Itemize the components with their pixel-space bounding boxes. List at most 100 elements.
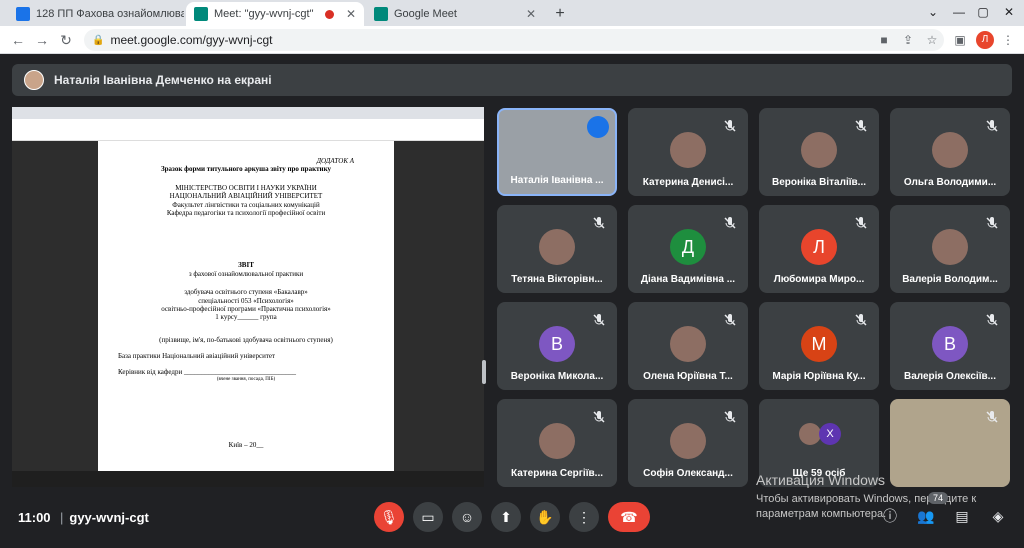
participant-name: Ольга Володими... <box>903 177 997 188</box>
participant-name: Марія Юріївна Ку... <box>772 371 866 382</box>
presenter-avatar <box>24 70 44 90</box>
presenter-banner: Наталія Іванівна Демченко на екрані <box>12 64 1012 96</box>
windows-activation-title: Активация Windows <box>756 472 886 488</box>
participant-avatar <box>670 326 706 362</box>
end-call-button[interactable]: ☎ <box>608 502 650 532</box>
shared-browser-toolbar <box>12 119 484 131</box>
participant-tile[interactable]: Валерія Володим... <box>890 205 1010 293</box>
mic-muted-icon <box>984 118 1000 134</box>
participant-avatar <box>932 229 968 265</box>
shared-taskbar <box>12 471 484 487</box>
camera-button[interactable]: ▭ <box>413 502 443 532</box>
participant-avatar: М <box>801 326 837 362</box>
raise-hand-button[interactable]: ✋ <box>530 502 560 532</box>
participant-avatar <box>801 132 837 168</box>
participant-name: Вероніка Віталіїв... <box>771 177 867 188</box>
participant-name: Тетяна Вікторівн... <box>511 274 603 285</box>
mic-muted-icon <box>853 312 869 328</box>
meeting-code: gyy-wvnj-cgt <box>60 510 148 525</box>
close-tab-icon[interactable]: ✕ <box>526 7 536 21</box>
menu-kebab-icon[interactable]: ⋮ <box>1000 32 1016 48</box>
participant-avatar <box>670 423 706 459</box>
participant-avatar <box>670 132 706 168</box>
participant-name: Катерина Денисі... <box>642 177 734 188</box>
participant-tile[interactable] <box>890 399 1010 487</box>
participant-name: Любомира Миро... <box>773 274 865 285</box>
tab-meet-call[interactable]: Meet: "gyy-wvnj-cgt" ✕ <box>186 2 364 26</box>
bookmark-star-icon[interactable]: ☆ <box>924 32 940 48</box>
mic-muted-icon <box>984 409 1000 425</box>
close-tab-icon[interactable]: ✕ <box>346 7 356 21</box>
participant-tile[interactable]: Вероніка Віталіїв... <box>759 108 879 196</box>
participant-name: Катерина Сергіїв... <box>510 468 603 479</box>
presenter-text: Наталія Іванівна Демченко на екрані <box>54 73 272 87</box>
participant-avatar: Л <box>801 229 837 265</box>
mic-muted-icon <box>722 215 738 231</box>
camera-icon[interactable]: ■ <box>876 32 892 48</box>
participant-tile[interactable]: Катерина Сергіїв... <box>497 399 617 487</box>
more-options-button[interactable]: ⋮ <box>569 502 599 532</box>
address-bar[interactable]: 🔒 meet.google.com/gyy-wvnj-cgt <box>84 29 944 51</box>
participant-avatar: Д <box>670 229 706 265</box>
participant-avatar: В <box>539 326 575 362</box>
mic-muted-icon <box>591 409 607 425</box>
participant-avatar <box>539 229 575 265</box>
participant-tile[interactable]: В Валерія Олексіїв... <box>890 302 1010 390</box>
mic-muted-icon <box>591 215 607 231</box>
meet-favicon-icon <box>194 7 208 21</box>
mic-muted-icon <box>853 215 869 231</box>
shared-screen-scrollbar[interactable] <box>482 360 486 384</box>
participant-name: Олена Юріївна Т... <box>643 371 733 382</box>
emoji-reaction-button[interactable]: ☺ <box>452 502 482 532</box>
recording-dot-icon <box>324 9 334 19</box>
participant-avatar <box>799 423 821 445</box>
mic-muted-icon <box>984 215 1000 231</box>
participant-tile[interactable]: Д Діана Вадимівна ... <box>628 205 748 293</box>
close-window-icon[interactable]: ✕ <box>994 0 1024 26</box>
participant-avatar: В <box>932 326 968 362</box>
participant-tile[interactable]: В Вероніка Микола... <box>497 302 617 390</box>
mic-muted-icon <box>984 312 1000 328</box>
shared-document: ДОДАТОК А Зразок форми титульного аркуша… <box>98 141 394 471</box>
tab-practice-doc[interactable]: 128 ПП Фахова ознайомлювальн ✕ <box>8 2 184 26</box>
reload-icon[interactable]: ↻ <box>56 30 76 50</box>
participant-tile[interactable]: М Марія Юріївна Ку... <box>759 302 879 390</box>
participant-name: Наталія Іванівна ... <box>510 175 604 186</box>
participant-tile[interactable]: Л Любомира Миро... <box>759 205 879 293</box>
participant-tile[interactable]: Тетяна Вікторівн... <box>497 205 617 293</box>
profile-avatar[interactable]: Л <box>976 31 994 49</box>
tab-google-meet[interactable]: Google Meet ✕ <box>366 2 544 26</box>
shared-browser-tabs <box>12 107 484 119</box>
mic-muted-icon <box>722 312 738 328</box>
mic-off-button[interactable]: 🎙 <box>374 502 404 532</box>
participant-tile[interactable]: Софія Олександ... <box>628 399 748 487</box>
mic-muted-icon <box>591 312 607 328</box>
mic-muted-icon <box>853 118 869 134</box>
present-screen-button[interactable]: ⬆ <box>491 502 521 532</box>
people-icon[interactable]: 👥 <box>916 506 936 526</box>
browser-toolbar: ← → ↻ 🔒 meet.google.com/gyy-wvnj-cgt ■ ⇪… <box>0 26 1024 54</box>
mic-muted-icon <box>722 118 738 134</box>
participant-name: Валерія Олексіїв... <box>903 371 996 382</box>
chat-icon[interactable]: ▤ <box>952 506 972 526</box>
people-count-badge: 74 <box>928 492 949 504</box>
browser-tab-bar: 128 ПП Фахова ознайомлювальн ✕ Meet: "gy… <box>0 0 1024 26</box>
sidepanel-icon[interactable]: ▣ <box>952 32 968 48</box>
shared-screen[interactable]: ДОДАТОК А Зразок форми титульного аркуша… <box>12 107 484 487</box>
participant-tile[interactable]: Катерина Денисі... <box>628 108 748 196</box>
back-icon[interactable]: ← <box>8 30 28 50</box>
doc-favicon-icon <box>16 7 30 21</box>
participant-avatar <box>539 423 575 459</box>
participant-name: Вероніка Микола... <box>510 371 604 382</box>
share-icon[interactable]: ⇪ <box>900 32 916 48</box>
participant-tile[interactable]: Наталія Іванівна ... <box>497 108 617 196</box>
forward-icon[interactable]: → <box>32 30 52 50</box>
new-tab-button[interactable]: + <box>550 4 570 24</box>
meeting-info-icon[interactable]: ⓘ <box>880 506 900 526</box>
participant-tile[interactable]: Ольга Володими... <box>890 108 1010 196</box>
activities-icon[interactable]: ◈ <box>988 506 1008 526</box>
participant-name: Валерія Володим... <box>902 274 998 285</box>
participant-name: Софія Олександ... <box>643 468 733 479</box>
participant-tile[interactable]: Олена Юріївна Т... <box>628 302 748 390</box>
lock-icon: 🔒 <box>92 34 105 46</box>
